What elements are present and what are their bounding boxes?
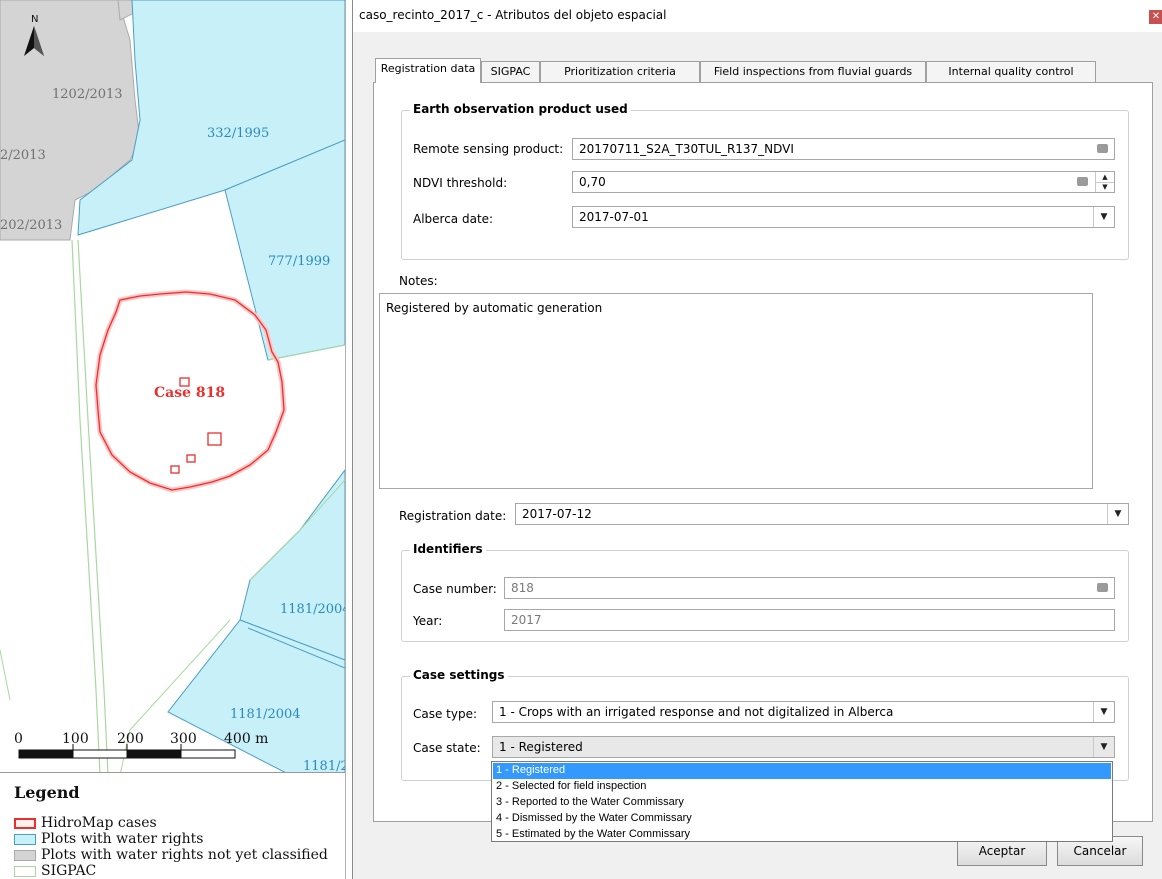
svg-text:100: 100 (62, 731, 89, 747)
svg-text:200: 200 (117, 731, 144, 747)
identifiers-title: Identifiers (410, 542, 486, 556)
clear-icon[interactable] (1097, 583, 1108, 592)
svg-text:N: N (31, 14, 38, 25)
parcel-label: 777/1999 (268, 254, 330, 269)
legend-item-water-rights: Plots with water rights (14, 831, 203, 847)
parcel-label: 332/1995 (207, 126, 269, 141)
hidromap-swatch-icon (14, 817, 36, 829)
tab-internal-quality-control[interactable]: Internal quality control (926, 61, 1096, 82)
not-classified-swatch-icon (14, 849, 36, 861)
map-legend: Legend HidroMap cases Plots with water r… (0, 772, 345, 879)
year-label: Year: (413, 614, 443, 628)
scale-bar: 0 100 200 300 400 m (14, 731, 268, 759)
tab-sigpac[interactable]: SIGPAC (481, 61, 540, 82)
ndvi-label: NDVI threshold: (413, 176, 508, 190)
legend-title: Legend (14, 783, 80, 802)
chevron-down-icon[interactable]: ▼ (1093, 207, 1114, 227)
clear-icon[interactable] (1097, 144, 1108, 153)
legend-item-sigpac: SIGPAC (14, 863, 96, 879)
tab-registration-data[interactable]: Registration data (375, 58, 481, 83)
case-type-label: Case type: (413, 707, 478, 721)
map-panel[interactable]: N 1202/2013 2/2013 202/2013 332/1995 777… (0, 0, 346, 879)
parcel-label: 2/2013 (0, 148, 46, 163)
svg-text:300: 300 (170, 731, 197, 747)
spin-down-icon[interactable]: ▼ (1096, 182, 1114, 192)
case-number-label: Case number: (413, 582, 497, 596)
chevron-down-icon[interactable]: ▼ (1107, 504, 1128, 524)
case-state-select[interactable]: 1 - Registered ▼ (492, 736, 1115, 758)
year-field[interactable]: 2017 (504, 609, 1115, 631)
clear-icon[interactable] (1077, 177, 1088, 186)
case-settings-title: Case settings (410, 668, 508, 682)
registration-date-label: Registration date: (399, 509, 507, 523)
case-number-field[interactable]: 818 (504, 577, 1115, 599)
registration-date-picker[interactable]: 2017-07-12 ▼ (515, 503, 1129, 525)
attributes-dialog: caso_recinto_2017_c - Atributos del obje… (352, 0, 1162, 879)
remote-sensing-label: Remote sensing product: (413, 142, 564, 156)
water-rights-swatch-icon (14, 833, 36, 845)
ndvi-threshold-spinbox[interactable]: 0,70 ▲ ▼ (572, 171, 1115, 193)
close-icon[interactable]: ✕ (1149, 10, 1162, 24)
earth-observation-title: Earth observation product used (410, 102, 631, 116)
remote-sensing-field[interactable]: 20170711_S2A_T30TUL_R137_NDVI (572, 138, 1115, 160)
notes-textarea[interactable]: Registered by automatic generation (379, 293, 1093, 489)
svg-text:400 m: 400 m (224, 731, 268, 747)
case-label: Case 818 (154, 385, 225, 401)
alberca-date-label: Alberca date: (413, 212, 494, 226)
case-state-option[interactable]: 4 - Dismissed by the Water Commissary (493, 811, 1111, 827)
case-type-select[interactable]: 1 - Crops with an irrigated response and… (492, 701, 1115, 723)
parcel-label: 1202/2013 (52, 87, 123, 102)
case-state-option[interactable]: 5 - Estimated by the Water Commissary (493, 827, 1111, 843)
tab-prioritization-criteria[interactable]: Prioritization criteria (540, 61, 700, 82)
chevron-down-icon[interactable]: ▼ (1093, 737, 1114, 757)
sigpac-swatch-icon (14, 865, 36, 877)
notes-label: Notes: (399, 274, 438, 288)
legend-item-not-classified: Plots with water rights not yet classifi… (14, 847, 328, 863)
parcel-label: 1181/2004 (280, 602, 345, 617)
map-canvas[interactable]: N 1202/2013 2/2013 202/2013 332/1995 777… (0, 0, 345, 879)
chevron-down-icon[interactable]: ▼ (1093, 702, 1114, 722)
alberca-date-picker[interactable]: 2017-07-01 ▼ (572, 206, 1115, 228)
svg-text:0: 0 (14, 731, 23, 747)
case-state-option[interactable]: 3 - Reported to the Water Commissary (493, 795, 1111, 811)
case-state-option[interactable]: 1 - Registered (493, 763, 1111, 779)
case-state-option[interactable]: 2 - Selected for field inspection (493, 779, 1111, 795)
tab-field-inspections[interactable]: Field inspections from fluvial guards (700, 61, 926, 82)
legend-item-hidromap-cases: HidroMap cases (14, 815, 157, 831)
case-state-dropdown-list: 1 - Registered 2 - Selected for field in… (491, 761, 1113, 842)
parcel-label: 1181/2004 (230, 707, 301, 722)
dialog-title: caso_recinto_2017_c - Atributos del obje… (359, 8, 667, 22)
parcel-label: 202/2013 (0, 218, 62, 233)
case-state-label: Case state: (413, 741, 481, 755)
dialog-titlebar[interactable]: caso_recinto_2017_c - Atributos del obje… (353, 0, 1162, 32)
